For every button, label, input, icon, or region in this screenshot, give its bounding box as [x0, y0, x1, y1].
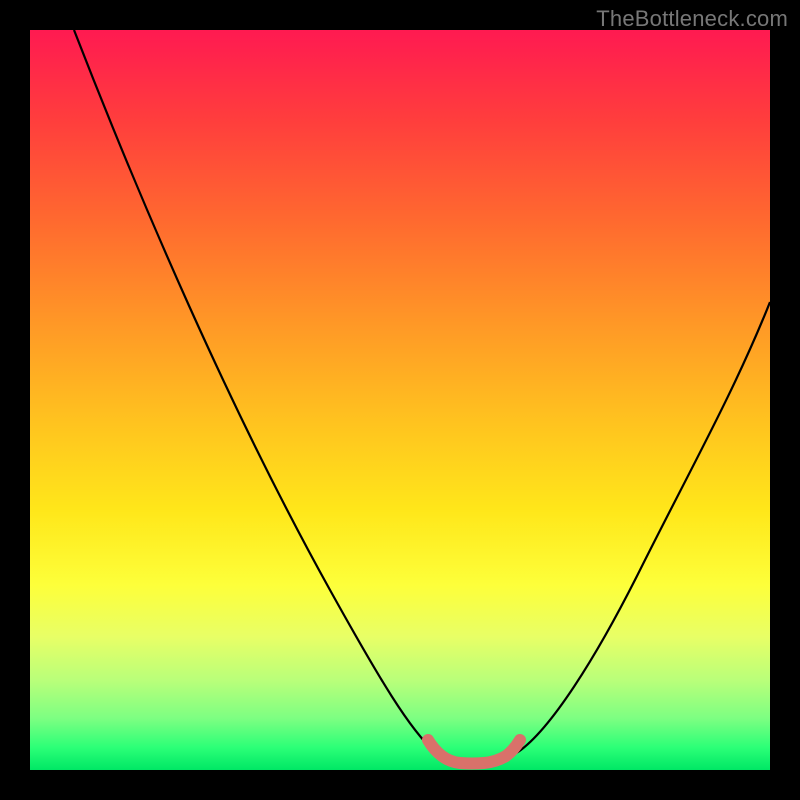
bottleneck-curve-path — [74, 30, 770, 764]
curve-layer — [30, 30, 770, 770]
optimal-region-path — [428, 740, 520, 764]
chart-stage: TheBottleneck.com — [0, 0, 800, 800]
watermark-text: TheBottleneck.com — [596, 6, 788, 32]
gradient-plot-area — [30, 30, 770, 770]
